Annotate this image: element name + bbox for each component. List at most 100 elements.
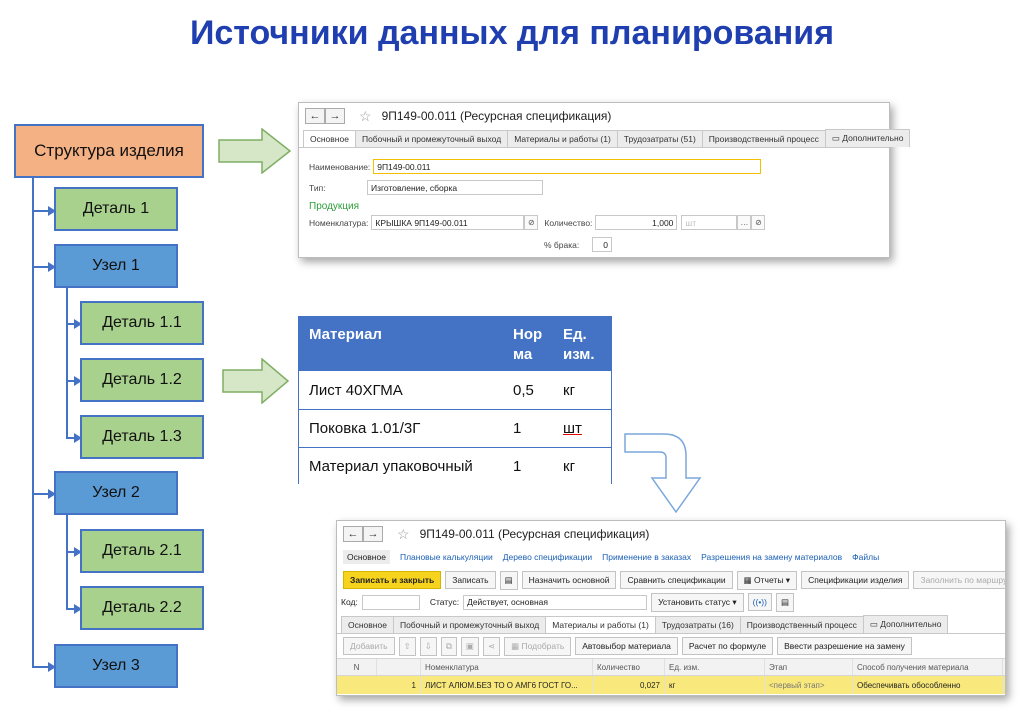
- fill-route-button[interactable]: Заполнить по маршрутным ка: [913, 571, 1005, 589]
- column-n[interactable]: N: [337, 659, 377, 675]
- pick-button[interactable]: ▦ Подобрать: [504, 636, 572, 656]
- nomenclature-field[interactable]: КРЫШКА 9П149-00.011: [371, 215, 525, 230]
- open-link-icon[interactable]: ⊘: [524, 215, 539, 230]
- tab-labor[interactable]: Трудозатраты (16): [654, 616, 741, 633]
- unit-field[interactable]: шт: [681, 215, 738, 230]
- nav-link-calculations[interactable]: Плановые калькуляции: [400, 552, 493, 562]
- forward-button[interactable]: →: [363, 526, 383, 542]
- cell-unit: кг: [563, 458, 576, 475]
- reject-field[interactable]: 0: [592, 237, 612, 252]
- tab-materials[interactable]: Материалы и работы (1): [545, 616, 656, 633]
- move-up-icon[interactable]: ⇧: [398, 636, 416, 656]
- cell-material: Лист 40ХГМА: [309, 381, 403, 399]
- right-block-arrow-middle: [222, 358, 290, 404]
- pick-icon: ▦: [511, 640, 522, 651]
- tree-trunk-line: [32, 178, 34, 668]
- save-close-button[interactable]: Записать и закрыть: [343, 571, 442, 589]
- tab-main[interactable]: Основное: [341, 616, 394, 633]
- materials-table-header: Материал Нор ма Ед. изм.: [299, 317, 611, 371]
- column-nomenclature[interactable]: Номенклатура: [421, 659, 593, 675]
- status-field[interactable]: Действует, основная: [463, 594, 648, 610]
- pick-label: Подобрать: [521, 640, 565, 651]
- move-down-icon[interactable]: ⇩: [419, 636, 437, 656]
- tree-subtrunk-line: [66, 288, 68, 438]
- tab-byproduct[interactable]: Побочный и промежуточный выход: [392, 616, 547, 633]
- quantity-field[interactable]: 1,000: [595, 215, 678, 230]
- tab-process[interactable]: Производственный процесс: [701, 130, 826, 147]
- tab-additional[interactable]: ▭ Дополнительно: [824, 129, 911, 147]
- window-title: 9П149-00.011 (Ресурсная спецификация): [381, 109, 612, 123]
- cell-material: Поковка 1.01/3Г: [309, 420, 421, 437]
- share-icon[interactable]: ⋖: [482, 636, 501, 656]
- nav-link-spec-tree[interactable]: Дерево спецификации: [503, 552, 592, 562]
- nav-link-replacements[interactable]: Разрешения на замену материалов: [701, 552, 842, 562]
- nav-link-main[interactable]: Основное: [343, 550, 390, 564]
- comment-icon: ▭: [831, 133, 843, 143]
- compare-button[interactable]: Сравнить спецификации: [620, 571, 733, 589]
- command-bar: Записать и закрыть Записать ▤ Назначить …: [337, 569, 1005, 591]
- name-field[interactable]: 9П149-00.011: [373, 159, 762, 174]
- save-button[interactable]: Записать: [445, 571, 496, 589]
- formula-button[interactable]: Расчет по формуле: [681, 637, 774, 655]
- tab-process[interactable]: Производственный процесс: [739, 616, 864, 633]
- replace-button[interactable]: Ввести разрешение на замену: [777, 637, 912, 655]
- back-button[interactable]: ←: [305, 108, 325, 124]
- reject-label: % брака:: [544, 239, 580, 250]
- tab-materials[interactable]: Материалы и работы (1): [507, 130, 618, 147]
- document-icon[interactable]: ▤: [775, 592, 795, 612]
- tree-subtrunk-line: [66, 515, 68, 609]
- type-field[interactable]: Изготовление, сборка: [367, 180, 543, 195]
- cell-unit: шт: [563, 420, 582, 437]
- tab-byproduct[interactable]: Побочный и промежуточный выход: [354, 130, 509, 147]
- header-unit-line2: изм.: [563, 346, 595, 363]
- tab-bar: Основное Побочный и промежуточный выход …: [299, 129, 911, 148]
- cell-unit: кг: [563, 381, 576, 399]
- open-link-icon[interactable]: ⊘: [751, 215, 766, 230]
- nomenclature-row: Номенклатура: КРЫШКА 9П149-00.011 ⊘ Коли…: [309, 215, 766, 230]
- delete-icon[interactable]: ▤: [499, 570, 518, 590]
- column-unit[interactable]: Ед. изм.: [665, 659, 765, 675]
- column-quantity[interactable]: Количество: [593, 659, 665, 675]
- favorite-star-icon[interactable]: ☆: [397, 526, 410, 543]
- comment-icon: ▭: [869, 619, 881, 629]
- forward-button[interactable]: →: [325, 108, 345, 124]
- copy-icon[interactable]: ⧉: [440, 636, 457, 656]
- more-button[interactable]: …: [737, 215, 752, 230]
- back-button[interactable]: ←: [343, 526, 363, 542]
- set-status-button[interactable]: Установить статус ▾: [651, 592, 744, 612]
- set-main-button[interactable]: Назначить основной: [521, 571, 617, 589]
- set-status-label: Установить статус: [658, 596, 731, 607]
- column-stage[interactable]: Этап: [765, 659, 853, 675]
- product-specs-button[interactable]: Спецификации изделия: [801, 571, 910, 589]
- tab-additional-label: Дополнительно: [842, 133, 904, 143]
- table-row: Лист 40ХГМА 0,5 кг: [299, 371, 611, 409]
- name-row: Наименование: 9П149-00.011: [309, 159, 762, 174]
- materials-table: Материал Нор ма Ед. изм. Лист 40ХГМА 0,5…: [298, 316, 612, 485]
- report-icon: ▦: [743, 574, 755, 585]
- tree-root-node: Структура изделия: [14, 124, 204, 178]
- bent-down-block-arrow: [624, 433, 702, 514]
- favorite-star-icon[interactable]: ☆: [359, 108, 372, 125]
- tab-labor[interactable]: Трудозатраты (51): [616, 130, 703, 147]
- reports-button[interactable]: ▦ Отчеты ▾: [736, 570, 798, 590]
- table-row[interactable]: 1 ЛИСТ АЛЮМ.БЕЗ ТО О АМГ6 ГОСТ ГО... 0,0…: [337, 676, 1005, 694]
- add-row-button[interactable]: Добавить: [343, 637, 395, 655]
- broadcast-icon[interactable]: ((•)): [747, 593, 772, 611]
- autoselect-button[interactable]: Автовыбор материала: [575, 637, 678, 655]
- paste-icon[interactable]: ▣: [460, 636, 479, 656]
- dropdown-caret-icon: ▾: [730, 596, 737, 607]
- tab-main[interactable]: Основное: [303, 130, 356, 147]
- table-row: Материал упаковочный 1 кг: [299, 447, 611, 485]
- slide-title: Источники данных для планирования: [189, 14, 835, 52]
- tree-node-detail-1: Деталь 1: [54, 187, 178, 231]
- tab-additional[interactable]: ▭ Дополнительно: [862, 615, 949, 633]
- type-label: Тип:: [309, 182, 326, 193]
- window-titlebar: ← → ☆ 9П149-00.011 (Ресурсная спецификац…: [337, 521, 1005, 547]
- tree-node-detail-1-2: Деталь 1.2: [80, 358, 204, 402]
- tree-node-detail-2-1: Деталь 2.1: [80, 529, 204, 573]
- code-field[interactable]: [361, 594, 420, 610]
- nav-link-files[interactable]: Файлы: [852, 552, 879, 562]
- nav-link-orders[interactable]: Применение в заказах: [602, 552, 691, 562]
- name-label: Наименование:: [309, 161, 371, 172]
- column-method[interactable]: Способ получения материала: [853, 659, 1003, 675]
